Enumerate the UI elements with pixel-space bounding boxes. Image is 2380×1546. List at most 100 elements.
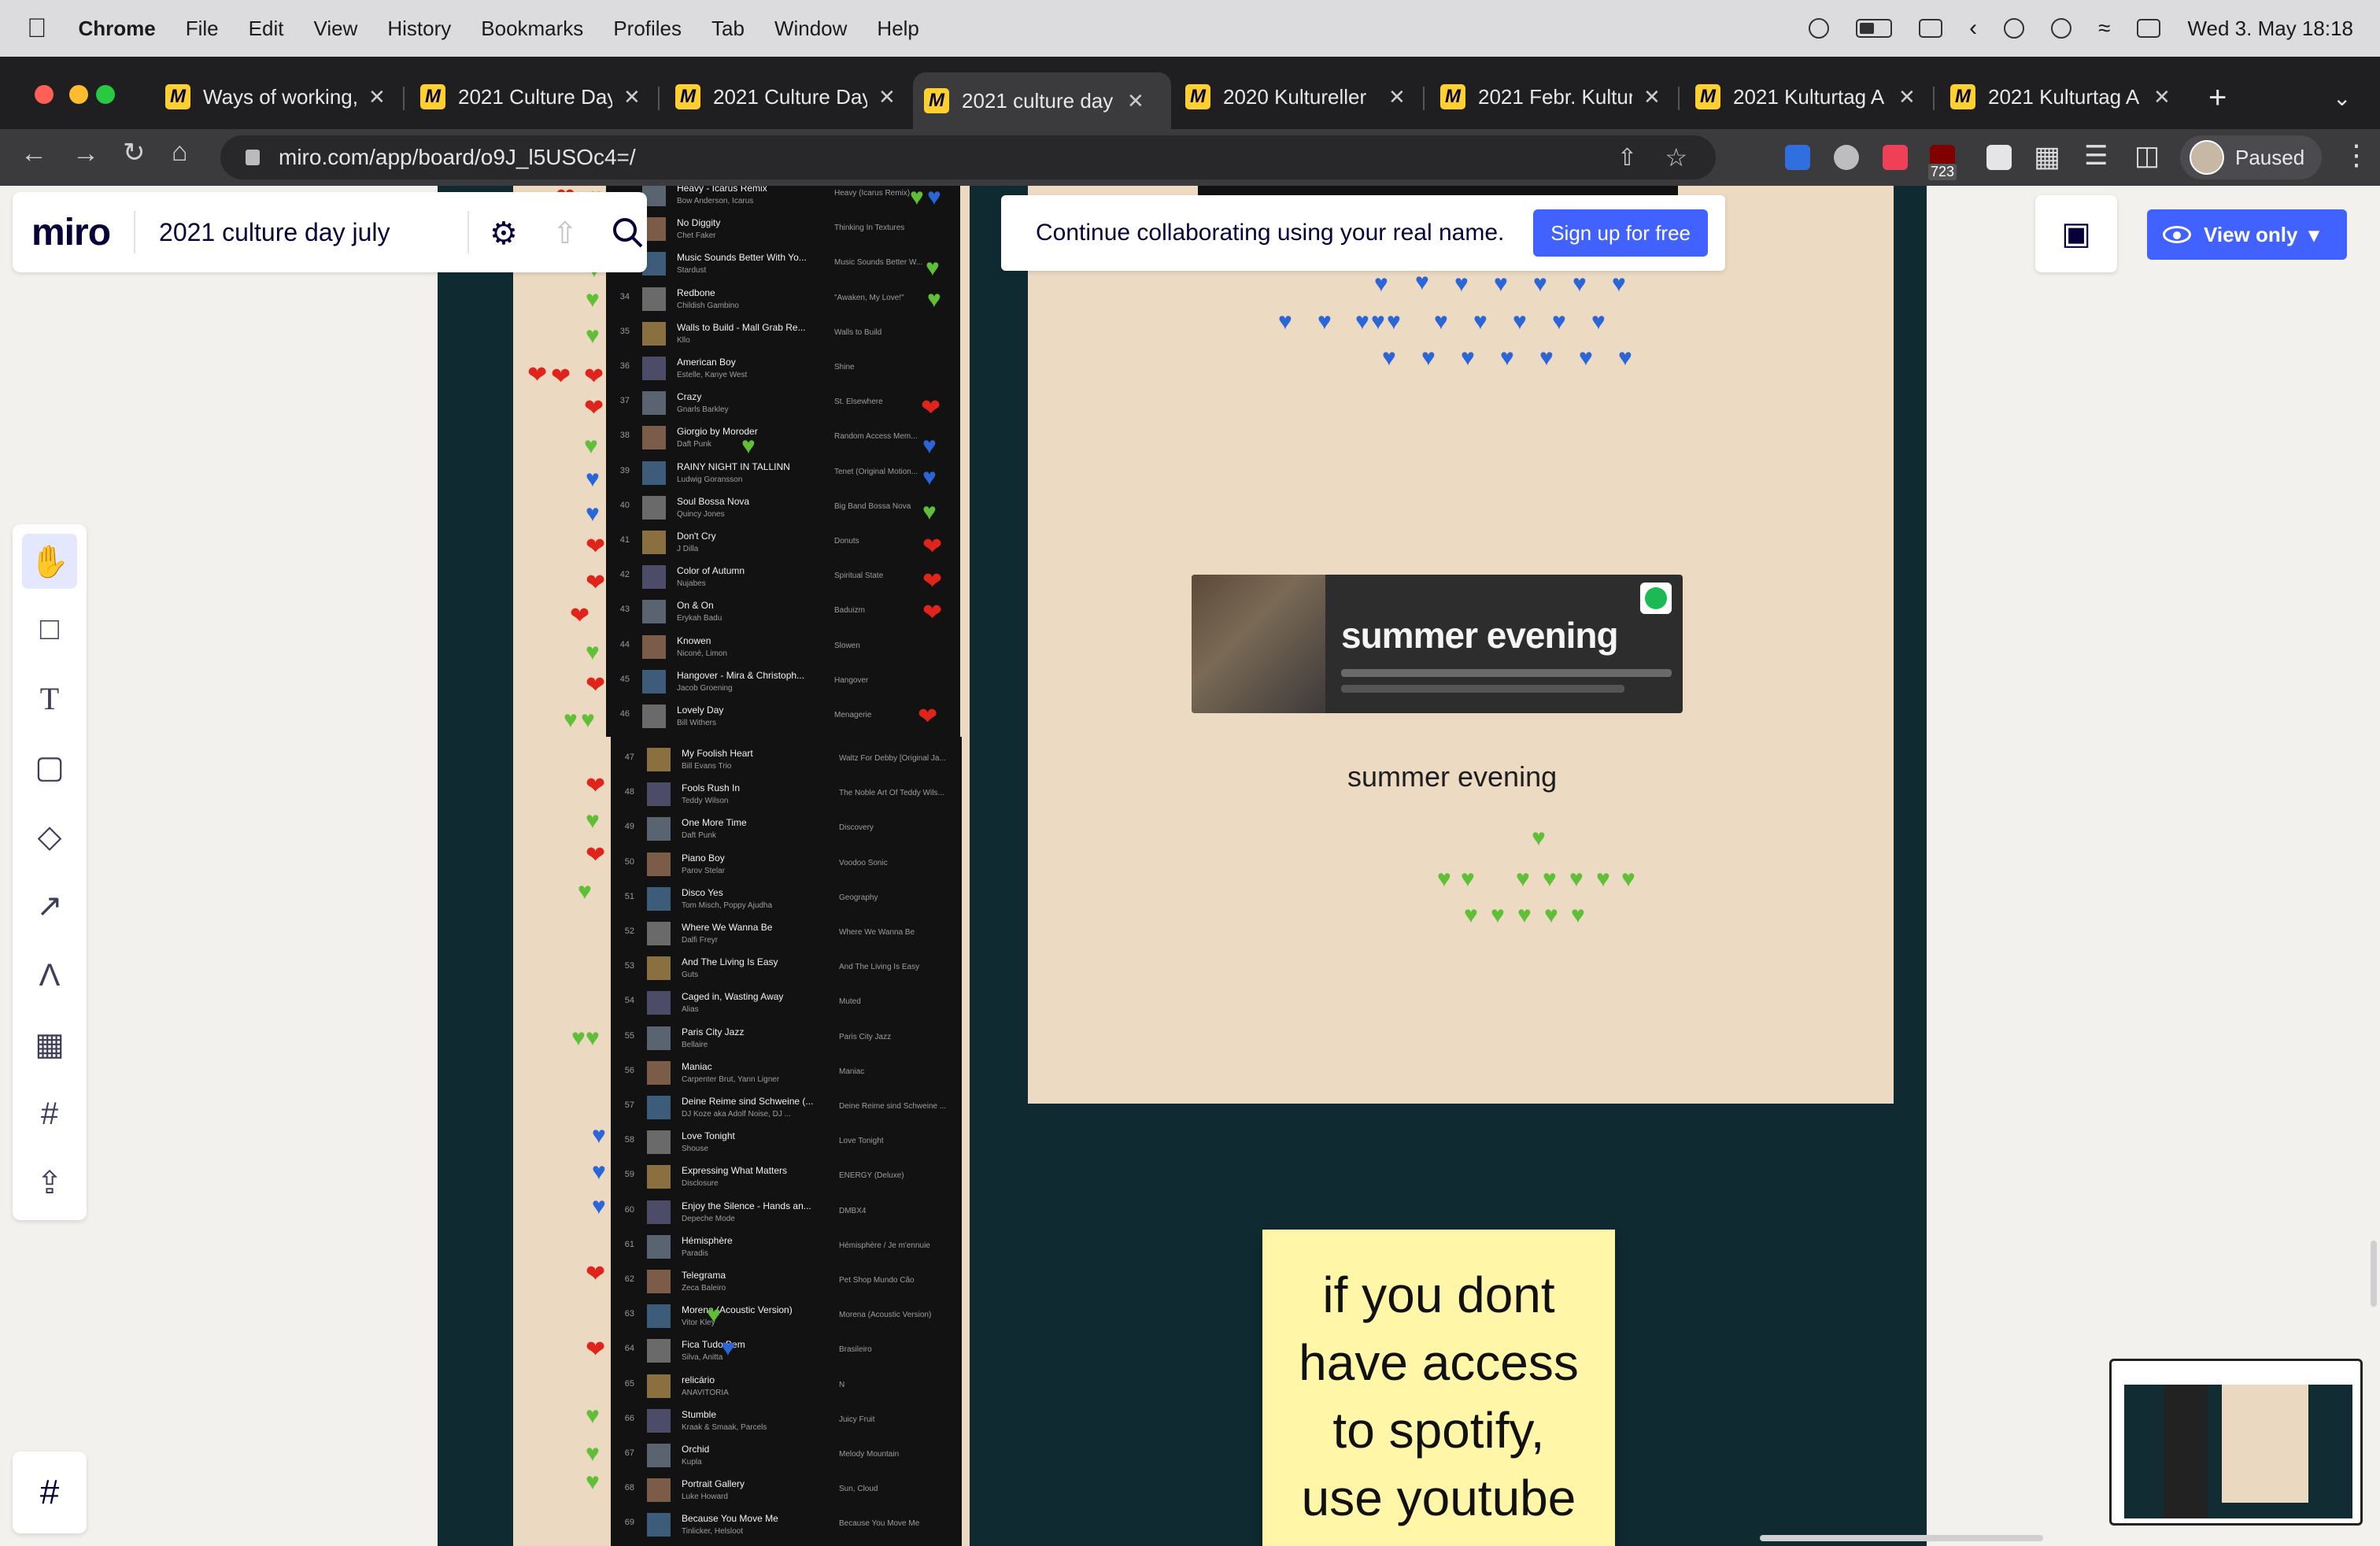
- red-heart-icon: ❤: [586, 842, 606, 868]
- text-tool-icon[interactable]: T: [22, 671, 77, 726]
- track-artist: Kupla: [682, 1458, 702, 1466]
- upload-tool-icon[interactable]: ⇪: [22, 1156, 77, 1211]
- close-window-button[interactable]: [35, 85, 54, 104]
- share-icon[interactable]: ⇧: [1617, 144, 1637, 172]
- zoom-window-button[interactable]: [96, 85, 115, 104]
- album-art-thumbnail: [647, 1374, 671, 1398]
- back-icon[interactable]: ←: [20, 139, 47, 169]
- umbrella-icon[interactable]: [2004, 18, 2025, 39]
- display-icon[interactable]: [1919, 19, 1943, 38]
- menu-view[interactable]: View: [313, 17, 357, 41]
- menu-edit[interactable]: Edit: [249, 17, 284, 41]
- tab-3-active[interactable]: 2021 culture day ✕: [913, 72, 1171, 129]
- board-title[interactable]: 2021 culture day july: [159, 218, 390, 247]
- shapes-tool-icon[interactable]: ◇: [22, 809, 77, 864]
- sync-icon[interactable]: [1986, 145, 2012, 170]
- lock-icon[interactable]: [246, 150, 260, 165]
- pen-tool-icon[interactable]: Λ: [22, 948, 77, 1003]
- track-number: 49: [624, 822, 634, 832]
- close-tab-icon[interactable]: ✕: [368, 85, 386, 109]
- tab-4[interactable]: 2020 Kultureller ✕: [1174, 72, 1417, 121]
- menu-profiles[interactable]: Profiles: [613, 17, 682, 41]
- control-center-icon[interactable]: [2137, 19, 2161, 38]
- apple-menu-icon[interactable]: : [27, 13, 47, 44]
- sign-up-button[interactable]: Sign up for free: [1533, 209, 1708, 257]
- user-icon[interactable]: [2051, 18, 2072, 39]
- templates-tool-icon[interactable]: ▦: [22, 1017, 77, 1072]
- close-tab-icon[interactable]: ✕: [2153, 85, 2171, 109]
- hand-tool-icon[interactable]: ✋: [22, 534, 77, 589]
- board-minimap[interactable]: [2109, 1359, 2363, 1526]
- app-menu[interactable]: Chrome: [79, 17, 156, 41]
- comment-tool-icon[interactable]: □: [22, 601, 77, 656]
- reading-list-icon[interactable]: ☰: [2084, 140, 2108, 172]
- tab-5[interactable]: 2021 Febr. Kultur ✕: [1429, 72, 1672, 121]
- track-album: And The Living Is Easy: [839, 963, 920, 972]
- apps-shapes-icon[interactable]: ▣: [2035, 195, 2117, 272]
- menu-history[interactable]: History: [387, 17, 451, 41]
- spotify-playlist-name: summer evening: [1341, 615, 1619, 656]
- close-tab-icon[interactable]: ✕: [1127, 89, 1144, 113]
- time-machine-icon[interactable]: [1809, 18, 1830, 39]
- clock[interactable]: Wed 3. May 18:18: [2187, 17, 2353, 41]
- frames-panel-icon[interactable]: #: [13, 1452, 87, 1533]
- forward-icon[interactable]: →: [72, 139, 99, 169]
- address-bar[interactable]: miro.com/app/board/o9J_l5USOc4=/ ⇧ ☆: [220, 135, 1716, 179]
- export-upload-icon[interactable]: ⇧: [552, 216, 586, 250]
- close-tab-icon[interactable]: ✕: [623, 85, 641, 109]
- spotify-embed[interactable]: summer evening: [1192, 575, 1683, 713]
- view-only-button[interactable]: View only ▾: [2147, 209, 2347, 260]
- settings-gear-icon[interactable]: ⚙: [490, 216, 523, 251]
- tab-1[interactable]: 2021 Culture Day ✕: [409, 72, 652, 121]
- search-icon[interactable]: [611, 216, 644, 249]
- track-album: Paris City Jazz: [839, 1032, 892, 1041]
- frame-tool-icon[interactable]: #: [22, 1086, 77, 1141]
- close-tab-icon[interactable]: ✕: [1898, 85, 1916, 109]
- wifi-icon[interactable]: ≈: [2098, 16, 2110, 41]
- home-icon[interactable]: ⌂: [172, 137, 188, 168]
- connector-arrow-icon[interactable]: ↗: [22, 878, 77, 934]
- menu-bookmarks[interactable]: Bookmarks: [481, 17, 583, 41]
- close-tab-icon[interactable]: ✕: [1643, 85, 1661, 109]
- sticky-note-tool-icon[interactable]: ▢: [22, 740, 77, 795]
- chrome-menu-icon[interactable]: ⋮: [2342, 139, 2371, 172]
- tab-2[interactable]: 2021 Culture Day ✕: [664, 72, 907, 121]
- sticky-note[interactable]: if you dont have access to spotify, use …: [1262, 1230, 1615, 1546]
- track-album: N: [839, 1380, 845, 1389]
- side-panel-icon[interactable]: ◫: [2134, 140, 2160, 172]
- new-tab-button[interactable]: +: [2208, 80, 2227, 116]
- tab-7[interactable]: 2021 Kulturtag A ✕: [1939, 72, 2182, 121]
- horizontal-scrollbar[interactable]: [1760, 1535, 2043, 1541]
- menu-window[interactable]: Window: [774, 17, 847, 41]
- track-title: One More Time: [682, 817, 747, 829]
- tab-search-chevron-icon[interactable]: ⌄: [2333, 85, 2351, 111]
- miro-board-canvas[interactable]: Heavy - Icarus Remix Bow Anderson, Icarus…: [0, 186, 2380, 1546]
- menu-tab[interactable]: Tab: [711, 17, 745, 41]
- bitwarden-icon[interactable]: [1785, 145, 1810, 170]
- miro-logo[interactable]: miro: [31, 211, 111, 254]
- track-title: Piano Boy: [682, 852, 725, 864]
- close-tab-icon[interactable]: ✕: [1388, 85, 1406, 109]
- menu-file[interactable]: File: [186, 17, 219, 41]
- menu-help[interactable]: Help: [877, 17, 918, 41]
- battery-icon[interactable]: [1856, 19, 1893, 38]
- chevron-left-icon[interactable]: ‹: [1969, 15, 1977, 42]
- reload-icon[interactable]: ↻: [123, 137, 146, 168]
- url-text[interactable]: miro.com/app/board/o9J_l5USOc4=/: [279, 145, 636, 170]
- extensions-puzzle-icon[interactable]: ▦: [2034, 140, 2060, 173]
- track-number: 50: [624, 856, 634, 867]
- bookmark-star-icon[interactable]: ☆: [1665, 142, 1687, 172]
- minimize-window-button[interactable]: [69, 85, 88, 104]
- extension-mask-icon[interactable]: [1834, 145, 1859, 170]
- tab-0[interactable]: Ways of working, ✕: [154, 72, 397, 121]
- profile-button[interactable]: Paused: [2180, 135, 2322, 179]
- playlist-row: 38 Giorgio by Moroder Daft Punk Random Acce…: [606, 421, 960, 456]
- vertical-scrollbar[interactable]: [2371, 1241, 2377, 1307]
- guest-name-banner: Continue collaborating using your real n…: [1001, 195, 1725, 271]
- track-artist: Bill Withers: [677, 719, 717, 727]
- tab-6[interactable]: 2021 Kulturtag A ✕: [1684, 72, 1927, 121]
- track-title: RAINY NIGHT IN TALLINN: [677, 460, 790, 472]
- track-title: Crazy: [677, 391, 702, 403]
- close-tab-icon[interactable]: ✕: [878, 85, 896, 109]
- pocket-icon[interactable]: [1883, 145, 1908, 170]
